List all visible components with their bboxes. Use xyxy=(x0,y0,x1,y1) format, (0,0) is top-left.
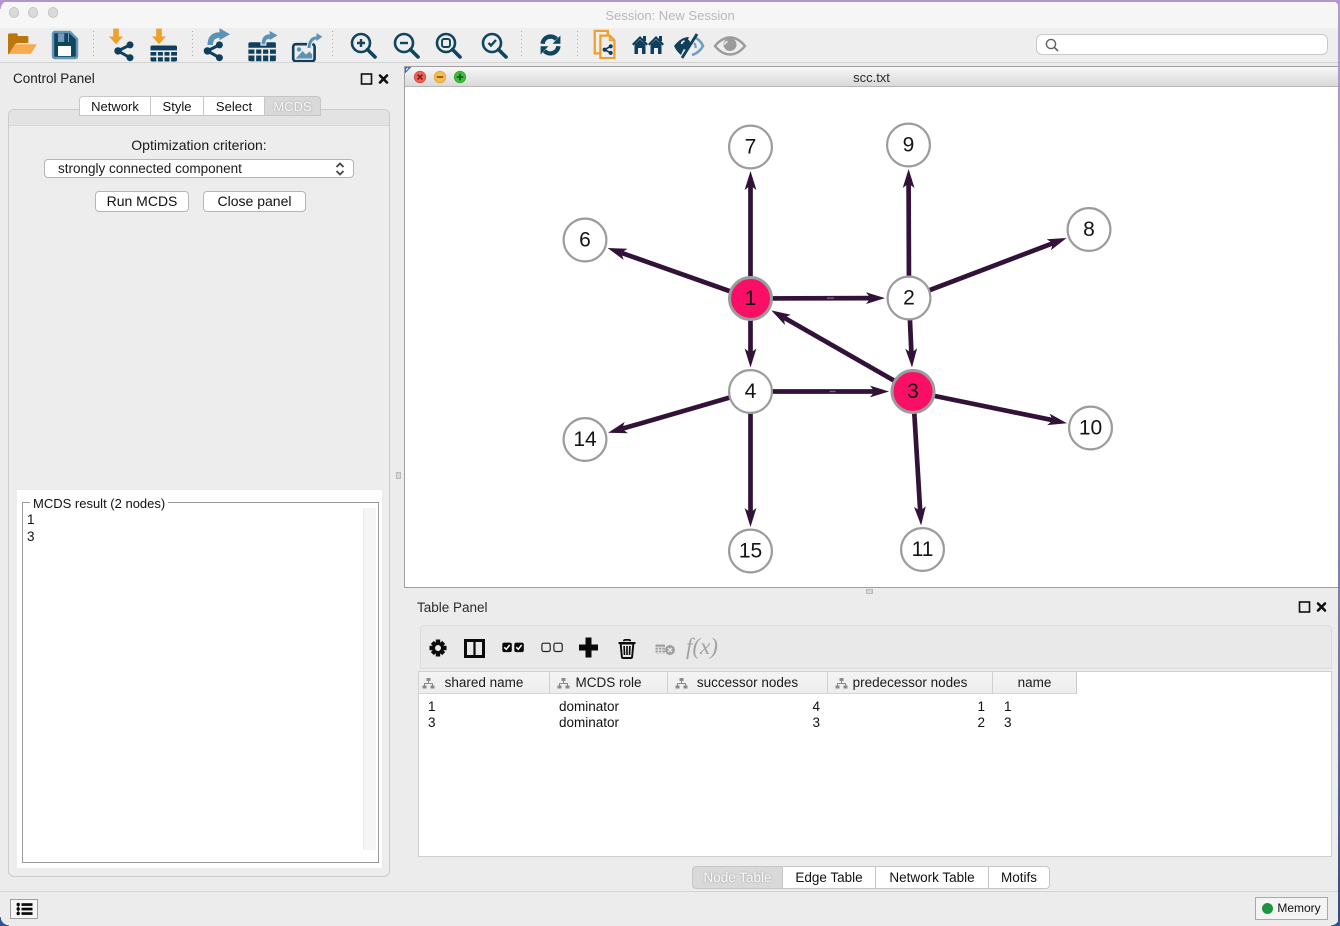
svg-text:4: 4 xyxy=(745,380,757,403)
svg-text:3: 3 xyxy=(907,380,919,403)
svg-text:14: 14 xyxy=(573,428,597,451)
svg-text:15: 15 xyxy=(739,540,762,563)
svg-text:7: 7 xyxy=(745,136,757,159)
svg-text:6: 6 xyxy=(579,229,591,252)
svg-text:10: 10 xyxy=(1079,417,1102,440)
svg-text:2: 2 xyxy=(903,287,915,310)
svg-text:9: 9 xyxy=(903,134,915,157)
svg-text:8: 8 xyxy=(1083,218,1095,241)
svg-text:11: 11 xyxy=(912,538,934,561)
svg-text:1: 1 xyxy=(745,287,757,310)
